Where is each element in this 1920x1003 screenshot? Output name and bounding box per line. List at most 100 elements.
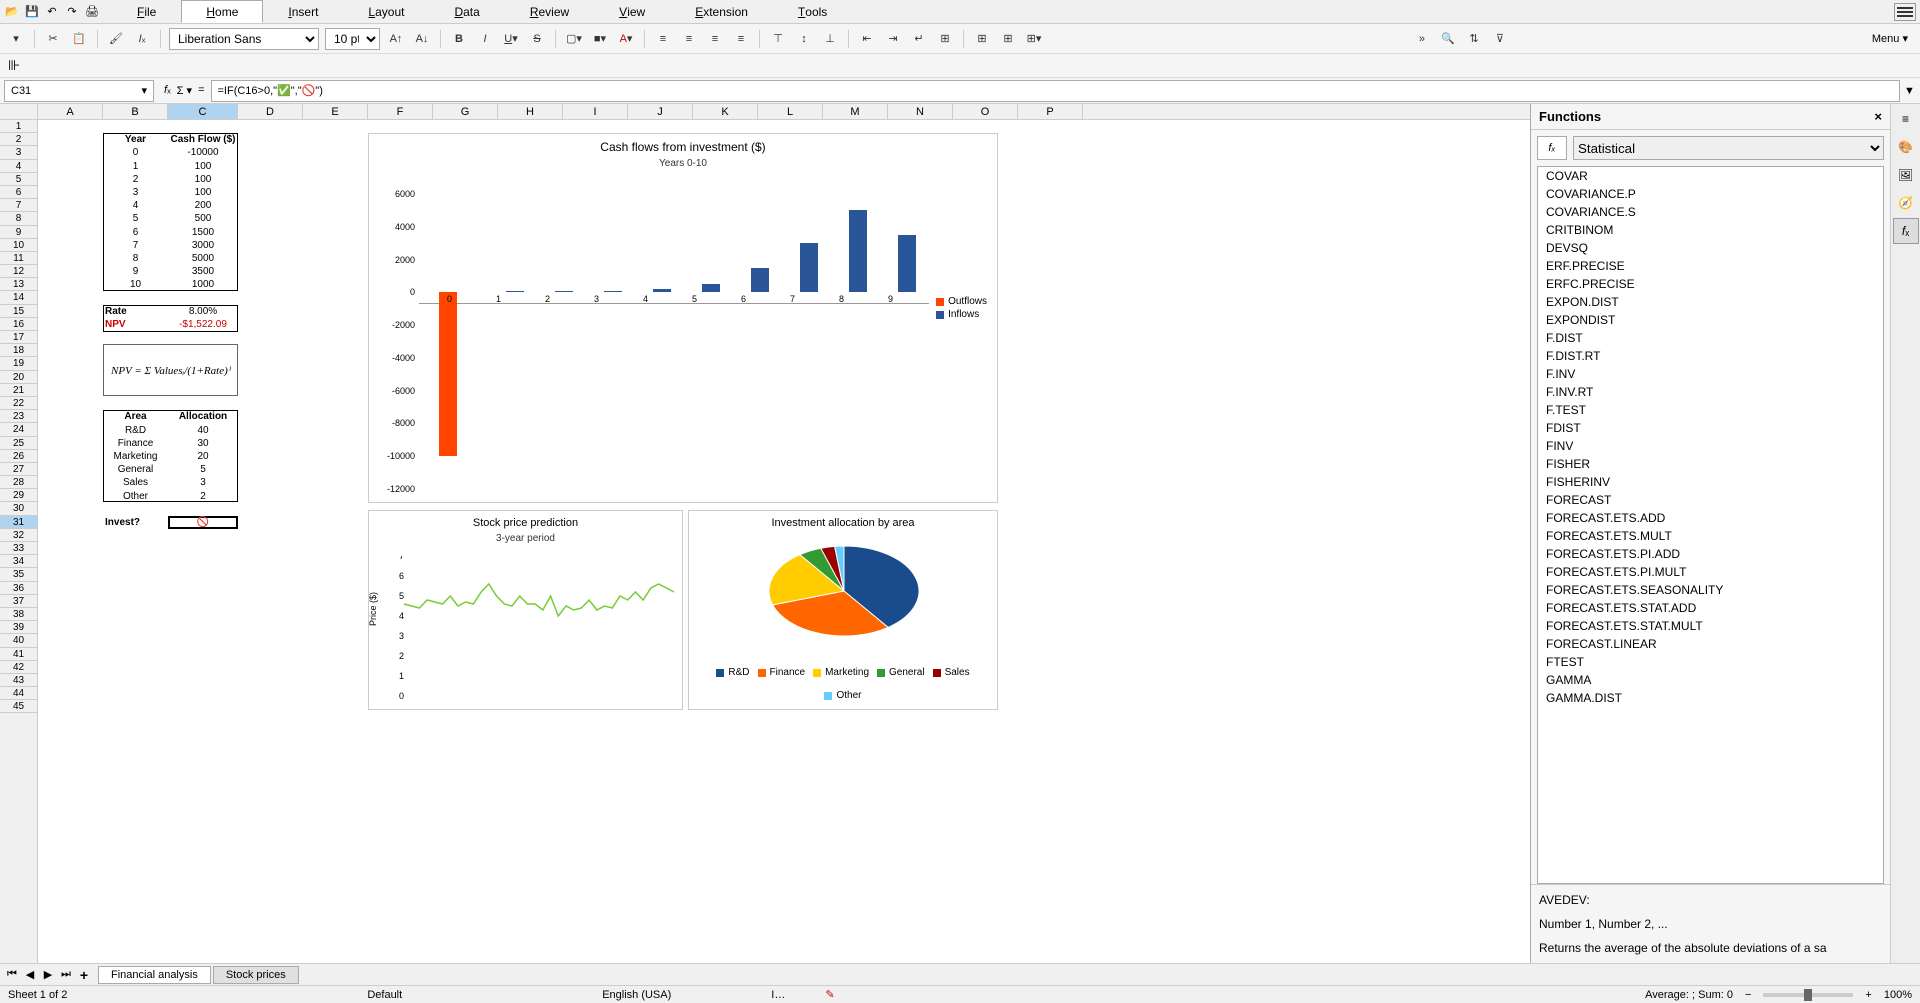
cell[interactable]: Year	[103, 133, 168, 146]
pie-chart[interactable]: Investment allocation by area R&DFinance…	[688, 510, 998, 710]
bold-icon[interactable]: B	[449, 29, 469, 49]
wrap-icon[interactable]: ↵	[909, 29, 929, 49]
menu-extension[interactable]: Extension	[670, 0, 773, 23]
col-header-K[interactable]: K	[693, 104, 758, 119]
func-item[interactable]: ERFC.PRECISE	[1538, 275, 1883, 293]
func-item[interactable]: EXPON.DIST	[1538, 293, 1883, 311]
chevron-down-icon[interactable]: ▾	[141, 84, 147, 97]
row-header-34[interactable]: 34	[0, 555, 37, 568]
cell[interactable]: 3	[103, 186, 168, 199]
clone-format-icon[interactable]: 🖌	[106, 29, 126, 49]
func-item[interactable]: FORECAST.LINEAR	[1538, 635, 1883, 653]
zoom-level[interactable]: 100%	[1884, 989, 1912, 1001]
func-item[interactable]: COVAR	[1538, 167, 1883, 185]
decrease-font-icon[interactable]: A↓	[412, 29, 432, 49]
row-header-33[interactable]: 33	[0, 542, 37, 555]
cell[interactable]: 3	[168, 476, 238, 489]
row-header-45[interactable]: 45	[0, 700, 37, 713]
save-icon[interactable]: 💾	[24, 4, 40, 20]
menu-view[interactable]: View	[594, 0, 670, 23]
func-item[interactable]: CRITBINOM	[1538, 221, 1883, 239]
row-header-26[interactable]: 26	[0, 450, 37, 463]
col-header-J[interactable]: J	[628, 104, 693, 119]
func-item[interactable]: DEVSQ	[1538, 239, 1883, 257]
prev-sheet-icon[interactable]: ◀	[22, 967, 38, 983]
underline-icon[interactable]: U▾	[501, 29, 521, 49]
row-header-11[interactable]: 11	[0, 252, 37, 265]
col-header-G[interactable]: G	[433, 104, 498, 119]
indent-inc-icon[interactable]: ⇥	[883, 29, 903, 49]
sort-icon[interactable]: ⇅	[1464, 29, 1484, 49]
row-header-44[interactable]: 44	[0, 687, 37, 700]
row-header-9[interactable]: 9	[0, 226, 37, 239]
row-header-25[interactable]: 25	[0, 437, 37, 450]
menu-home[interactable]: Home	[181, 0, 263, 23]
sheet-tab[interactable]: Financial analysis	[98, 966, 211, 984]
cell[interactable]: 40	[168, 424, 238, 437]
cell[interactable]: 5000	[168, 252, 238, 265]
fx-icon[interactable]: fₓ	[164, 84, 171, 97]
cell[interactable]: Cash Flow ($)	[168, 133, 238, 146]
func-item[interactable]: FORECAST.ETS.MULT	[1538, 527, 1883, 545]
new-doc-icon[interactable]: ▾	[6, 29, 26, 49]
cell-reference-box[interactable]: C31 ▾	[4, 80, 154, 102]
menu-layout[interactable]: Layout	[343, 0, 429, 23]
cell[interactable]: Area	[103, 410, 168, 423]
merge-icon[interactable]: ⊞	[935, 29, 955, 49]
col-header-C[interactable]: C	[168, 104, 238, 119]
row-header-7[interactable]: 7	[0, 199, 37, 212]
func-item[interactable]: FORECAST.ETS.PI.MULT	[1538, 563, 1883, 581]
italic-icon[interactable]: I	[475, 29, 495, 49]
cell[interactable]: Finance	[103, 437, 168, 450]
cell[interactable]: 30	[168, 437, 238, 450]
col-header-B[interactable]: B	[103, 104, 168, 119]
col-header-N[interactable]: N	[888, 104, 953, 119]
row-header-12[interactable]: 12	[0, 265, 37, 278]
func-item[interactable]: COVARIANCE.P	[1538, 185, 1883, 203]
row-header-36[interactable]: 36	[0, 582, 37, 595]
equals-icon[interactable]: =	[198, 84, 204, 97]
valign-mid-icon[interactable]: ↕	[794, 29, 814, 49]
row-header-27[interactable]: 27	[0, 463, 37, 476]
cut-icon[interactable]: ✂	[43, 29, 63, 49]
func-item[interactable]: F.DIST	[1538, 329, 1883, 347]
cell[interactable]: 🚫	[168, 516, 238, 529]
cell[interactable]: 5	[103, 212, 168, 225]
cell[interactable]: 100	[168, 160, 238, 173]
row-header-18[interactable]: 18	[0, 344, 37, 357]
grid-icon[interactable]: ⊞	[972, 29, 992, 49]
last-sheet-icon[interactable]: ⏭	[58, 967, 74, 983]
cell[interactable]: 9	[103, 265, 168, 278]
cell[interactable]: Marketing	[103, 450, 168, 463]
font-name-select[interactable]: Liberation Sans	[169, 28, 319, 50]
row-header-42[interactable]: 42	[0, 661, 37, 674]
row-header-39[interactable]: 39	[0, 621, 37, 634]
strikethrough-icon[interactable]: S	[527, 29, 547, 49]
menu-dropdown[interactable]: Menu ▾	[1872, 32, 1914, 45]
cashflow-chart[interactable]: Cash flows from investment ($) Years 0-1…	[368, 133, 998, 503]
sheet-tab[interactable]: Stock prices	[213, 966, 299, 984]
cell[interactable]: 0	[103, 146, 168, 159]
fx-button[interactable]: fₓ	[1537, 136, 1567, 160]
row-header-41[interactable]: 41	[0, 648, 37, 661]
stock-chart[interactable]: Stock price prediction 3-year period Pri…	[368, 510, 683, 710]
row-header-6[interactable]: 6	[0, 186, 37, 199]
cell[interactable]: 100	[168, 173, 238, 186]
row-header-32[interactable]: 32	[0, 529, 37, 542]
func-item[interactable]: F.TEST	[1538, 401, 1883, 419]
cond-format-icon[interactable]: ⊞	[998, 29, 1018, 49]
columns-icon[interactable]: ⊪	[8, 57, 20, 74]
cell[interactable]: 20	[168, 450, 238, 463]
func-item[interactable]: FTEST	[1538, 653, 1883, 671]
col-header-E[interactable]: E	[303, 104, 368, 119]
navigator-icon[interactable]: 🧭	[1893, 190, 1919, 216]
cell[interactable]: 7	[103, 239, 168, 252]
menu-insert[interactable]: Insert	[263, 0, 343, 23]
col-header-I[interactable]: I	[563, 104, 628, 119]
row-header-43[interactable]: 43	[0, 674, 37, 687]
cell[interactable]: Invest?	[103, 516, 168, 529]
open-icon[interactable]: 📂	[4, 4, 20, 20]
row-header-4[interactable]: 4	[0, 160, 37, 173]
find-icon[interactable]: 🔍	[1438, 29, 1458, 49]
menu-data[interactable]: Data	[429, 0, 504, 23]
